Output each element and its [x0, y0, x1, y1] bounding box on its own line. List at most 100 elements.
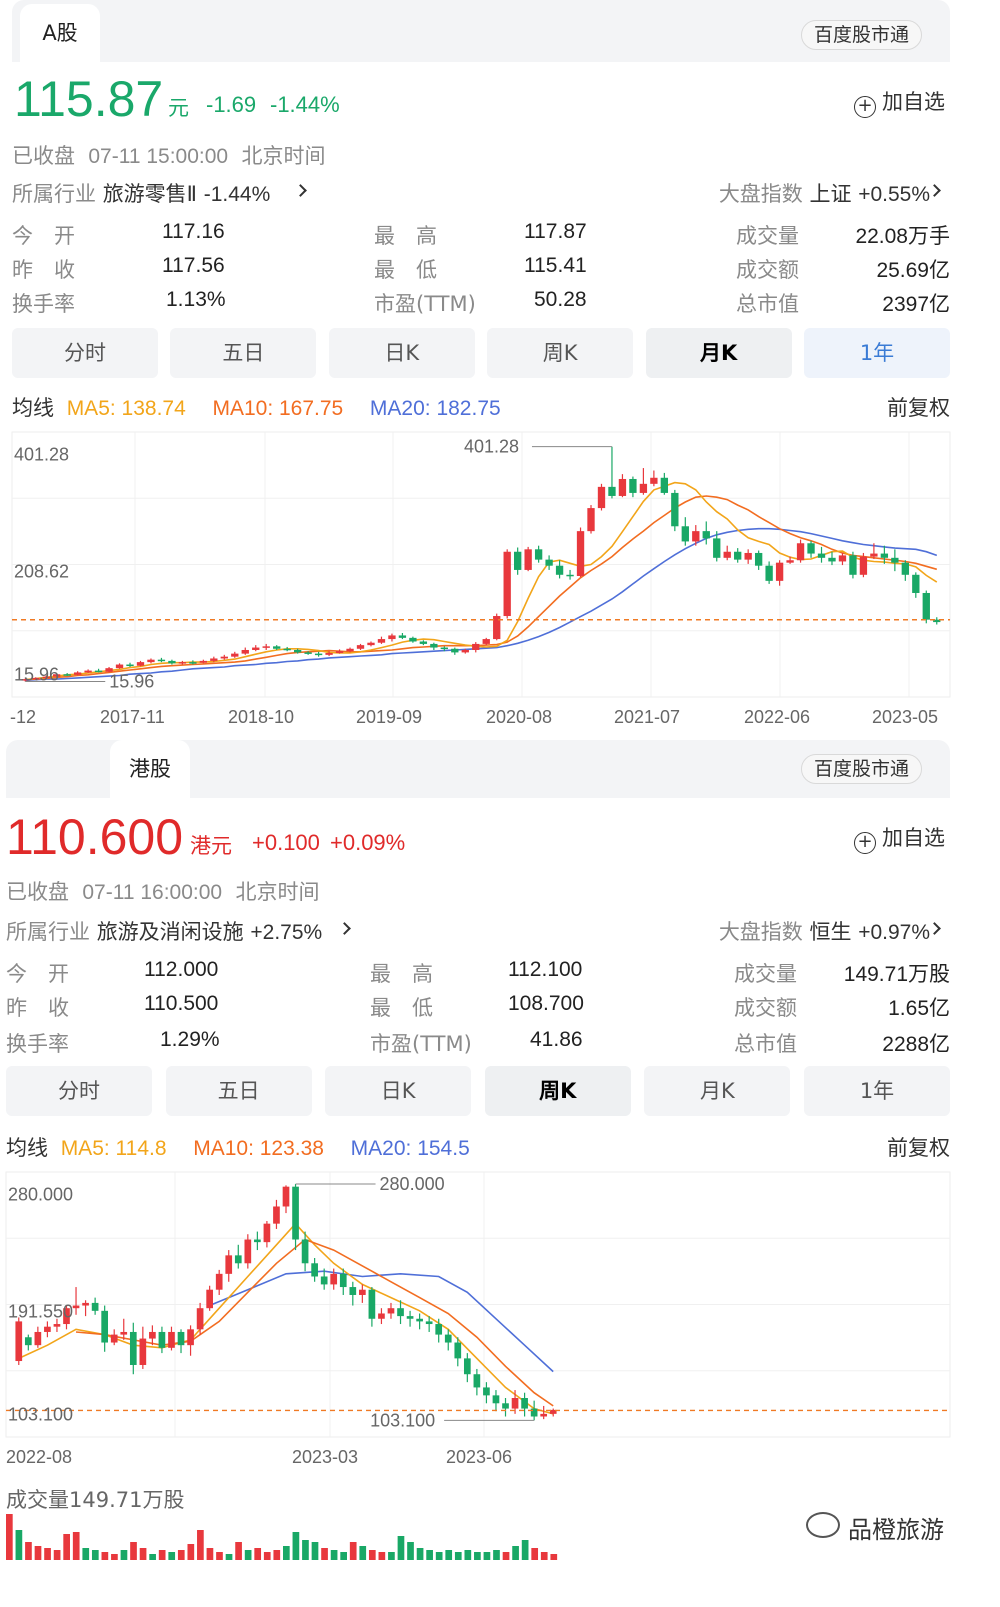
- volume-bar: [340, 1552, 347, 1560]
- period-tab-6[interactable]: 1年: [804, 1066, 950, 1116]
- period-tabs: 分时 五日 日K 周K 月K 1年: [6, 1066, 950, 1118]
- period-tab-2[interactable]: 五日: [165, 1066, 312, 1116]
- ma5-value: MA5: 138.74: [66, 397, 186, 420]
- candle-body: [189, 662, 197, 664]
- candle-body: [377, 639, 386, 643]
- period-tab-4[interactable]: 周K: [487, 328, 634, 378]
- candle-body: [252, 647, 260, 650]
- market-status: 已收盘: [12, 144, 75, 168]
- volume-bar: [72, 1532, 80, 1560]
- candle-body: [94, 670, 103, 673]
- industry-name: 旅游零售Ⅱ: [102, 182, 198, 206]
- price-change: +0.100: [252, 830, 320, 855]
- add-watchlist-button[interactable]: + 加自选: [854, 822, 945, 854]
- market-tab-bar: A股 百度股市通: [12, 0, 950, 62]
- price-change-pct: -1.44%: [270, 92, 340, 117]
- candle-body: [419, 641, 428, 644]
- pe-label: 市盈(TTM): [374, 292, 476, 316]
- period-tab-2[interactable]: 五日: [170, 328, 317, 378]
- period-tab-6[interactable]: 1年: [804, 328, 950, 378]
- volume-bar: [244, 1550, 252, 1560]
- candle-body: [880, 553, 889, 558]
- current-price: 115.87: [14, 71, 164, 127]
- quote-time: 07-11 15:00:00: [88, 145, 229, 168]
- min-value-label: 15.96: [109, 672, 154, 692]
- volume-bar: [368, 1550, 376, 1560]
- hk-share-kline-chart[interactable]: 280.000 191.550 103.100 280.000 103.100 2022-…: [0, 1170, 960, 1470]
- candle-body: [273, 646, 281, 649]
- hk-share-panel: 港股 百度股市通 110.600 港元 +0.100 +0.09% + 加自选 已…: [0, 740, 1000, 1607]
- candle-body: [262, 646, 270, 648]
- candle-body: [220, 656, 228, 659]
- candle-body: [149, 1331, 156, 1339]
- x-tick-label: 2022-08: [6, 1447, 72, 1467]
- candle-body: [692, 531, 700, 542]
- candle-body: [859, 556, 868, 575]
- volume-bar: [82, 1548, 90, 1560]
- tab-hk-share[interactable]: 港股: [110, 740, 190, 798]
- a-share-kline-chart[interactable]: 401.28208.6215.96401.2815.96-12 2017-11 20…: [0, 430, 960, 730]
- market-cap-value: 2397亿: [882, 293, 950, 316]
- prev-close-label: 昨 收: [6, 996, 69, 1020]
- candle-body: [514, 551, 522, 570]
- tab-a-share[interactable]: A股: [20, 4, 100, 62]
- index-link[interactable]: 大盘指数 恒生 +0.97%: [719, 916, 930, 946]
- candle-body: [73, 672, 82, 675]
- candle-body: [639, 483, 648, 493]
- volume-bar: [225, 1554, 233, 1560]
- candle-body: [388, 635, 396, 640]
- x-tick-label: 2019-09: [356, 707, 422, 727]
- adjust-mode[interactable]: 前复权: [887, 392, 950, 422]
- stock-connect-badge[interactable]: 百度股市通: [800, 20, 922, 50]
- plus-circle-icon: +: [854, 832, 876, 854]
- period-tab-4[interactable]: 周K: [484, 1066, 631, 1116]
- candle-body: [849, 555, 857, 575]
- amount-value: 25.69亿: [876, 259, 950, 282]
- candle-body: [828, 557, 836, 562]
- candle-body: [650, 477, 658, 484]
- ma-label: 均线: [6, 1136, 48, 1160]
- candle-body: [367, 642, 375, 646]
- volume-bar: [187, 1544, 195, 1560]
- candle-body: [177, 1331, 185, 1346]
- volume-bar: [493, 1550, 500, 1560]
- index-name: 恒生: [809, 920, 852, 944]
- candle-body: [147, 659, 155, 663]
- industry-link[interactable]: 所属行业 旅游零售Ⅱ -1.44%: [12, 178, 270, 208]
- volume-bar: [531, 1548, 539, 1560]
- industry-label: 所属行业: [6, 920, 90, 944]
- low-label: 最 低: [370, 996, 433, 1020]
- period-tab-5[interactable]: 月K: [645, 328, 792, 378]
- add-watchlist-button[interactable]: + 加自选: [854, 86, 945, 118]
- x-tick-label: 2020-08: [486, 707, 552, 727]
- candle-body: [817, 553, 826, 558]
- index-link[interactable]: 大盘指数 上证 +0.55%: [719, 178, 930, 208]
- period-tab-1[interactable]: 分时: [12, 328, 158, 378]
- volume-bar: [426, 1550, 433, 1560]
- candle-body: [503, 551, 511, 617]
- volume-bar: [302, 1540, 309, 1560]
- candle-body: [120, 1331, 128, 1335]
- stock-connect-badge[interactable]: 百度股市通: [800, 754, 922, 784]
- volume-bar: [550, 1554, 558, 1560]
- candle-body: [870, 553, 878, 557]
- period-tab-5[interactable]: 月K: [644, 1066, 791, 1116]
- y-tick-label: 208.62: [14, 562, 69, 582]
- candle-body: [349, 1287, 357, 1295]
- volume-bar: [330, 1550, 338, 1560]
- industry-link[interactable]: 所属行业 旅游及消闲设施 +2.75%: [6, 916, 322, 946]
- volume-bar: [283, 1546, 290, 1560]
- adjust-mode[interactable]: 前复权: [887, 1132, 950, 1162]
- candle-body: [263, 1223, 271, 1243]
- candle-body: [84, 670, 92, 673]
- candle-body: [618, 478, 627, 496]
- candle-body: [126, 664, 134, 667]
- period-tab-3[interactable]: 日K: [328, 328, 475, 378]
- a-share-panel: A股 百度股市通 115.87 元 -1.69 -1.44% + 加自选 已收盘 …: [0, 0, 1000, 760]
- candle-body: [168, 660, 176, 664]
- period-tab-3[interactable]: 日K: [325, 1066, 472, 1116]
- volume-bar: [197, 1530, 204, 1560]
- candle-body: [273, 1206, 280, 1224]
- period-tab-1[interactable]: 分时: [6, 1066, 152, 1116]
- candle-body: [540, 1413, 548, 1417]
